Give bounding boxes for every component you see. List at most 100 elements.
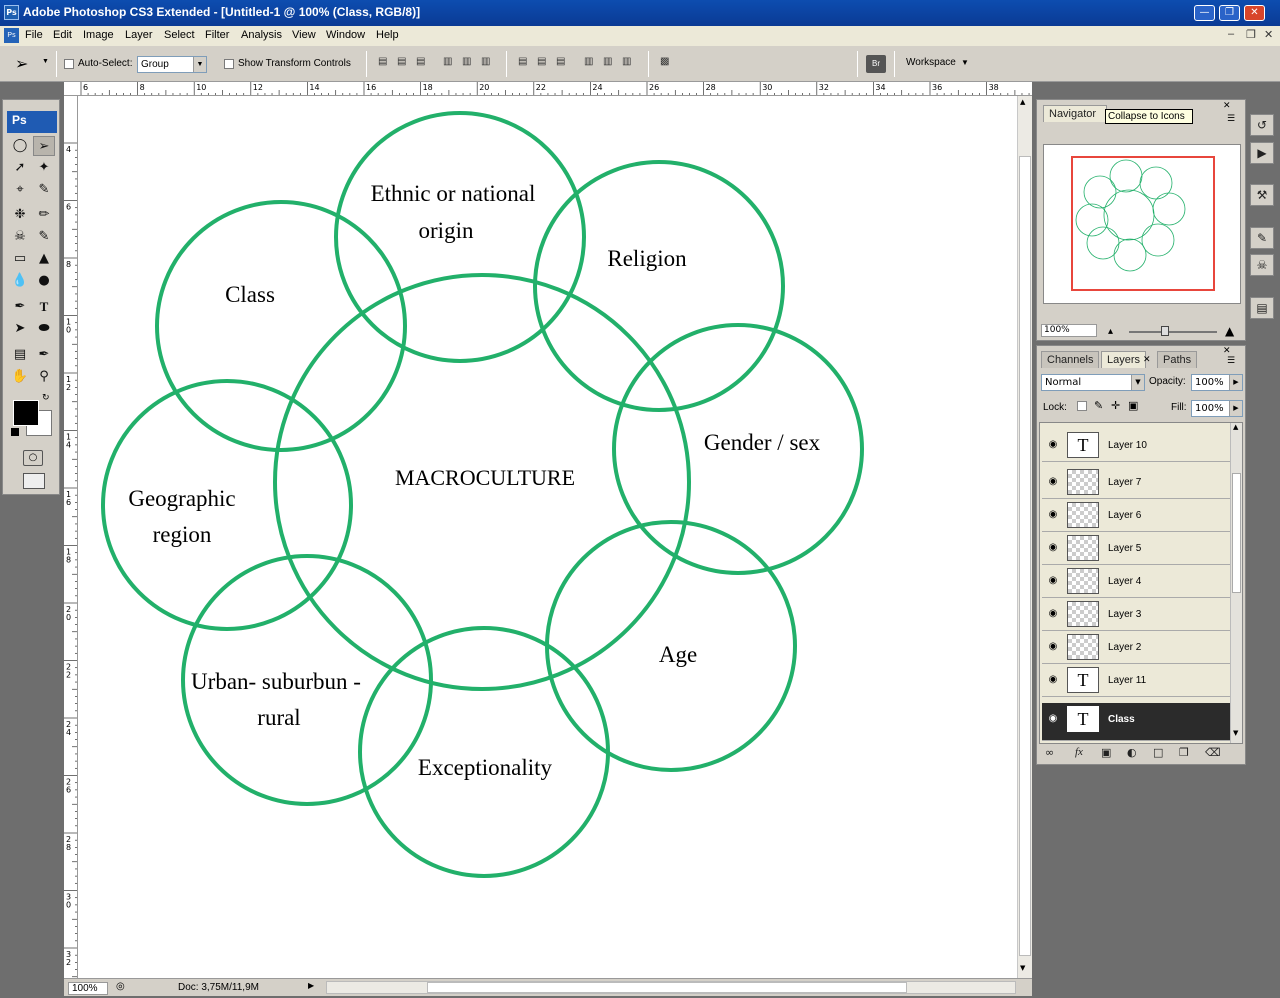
zoom-slider[interactable] (1129, 331, 1217, 333)
distribute-hcenter-icon[interactable]: ▥ (603, 56, 619, 70)
dodge-tool-icon[interactable]: ● (33, 271, 55, 291)
clone-stamp-tool-icon[interactable]: ☠ (9, 227, 31, 247)
history-brush-tool-icon[interactable]: ✎ (33, 227, 55, 247)
scroll-down-icon[interactable]: ▼ (1233, 729, 1238, 737)
canvas-horizontal-scrollbar[interactable] (326, 981, 1016, 994)
blend-mode-dropdown[interactable]: Normal ▼ (1041, 374, 1145, 391)
notes-tool-icon[interactable]: ▤ (9, 345, 31, 365)
layer-row[interactable]: ◉ Layer 2 (1042, 631, 1232, 664)
scroll-up-icon[interactable]: ▲ (1233, 423, 1238, 431)
brushes-panel-icon[interactable]: ✎ (1250, 227, 1274, 249)
visibility-eye-icon[interactable]: ◉ (1046, 509, 1060, 521)
zoom-out-icon[interactable]: ▴ (1108, 326, 1113, 337)
visibility-eye-icon[interactable]: ◉ (1046, 439, 1060, 451)
adjustment-layer-icon[interactable]: ◐ (1127, 746, 1137, 759)
visibility-eye-icon[interactable]: ◉ (1046, 713, 1060, 725)
doc-minimize-icon[interactable]: – (1228, 28, 1234, 40)
panel-close-icon[interactable]: ✕ (1223, 346, 1231, 356)
auto-select-dropdown[interactable]: Group ▼ (137, 56, 207, 73)
marquee-tool-icon[interactable]: ◯ (9, 136, 31, 156)
auto-select-checkbox[interactable] (64, 59, 74, 69)
screen-mode-icon[interactable] (23, 473, 45, 489)
blur-tool-icon[interactable]: 💧 (9, 271, 31, 291)
bridge-icon[interactable]: Br (866, 55, 886, 73)
menu-window[interactable]: Window (326, 29, 365, 41)
visibility-eye-icon[interactable]: ◉ (1046, 608, 1060, 620)
tab-layers[interactable]: Layers (1101, 351, 1147, 368)
tab-close-icon[interactable]: ✕ (1143, 355, 1151, 365)
vertical-ruler[interactable]: 468101214161820222426283032 (64, 96, 78, 978)
layer-style-icon[interactable]: fx (1075, 746, 1083, 758)
menu-view[interactable]: View (292, 29, 316, 41)
align-right-icon[interactable]: ▥ (481, 56, 497, 70)
default-colors-icon[interactable] (11, 428, 19, 436)
navigator-preview[interactable] (1043, 144, 1241, 304)
zoom-in-icon[interactable]: ▲ (1225, 324, 1234, 338)
workspace-menu[interactable]: Workspace (906, 57, 956, 68)
link-layers-icon[interactable]: ∞ (1045, 746, 1054, 759)
status-menu-arrow-icon[interactable]: ▶ (308, 981, 314, 990)
eyedropper-tool-icon[interactable]: ✒ (33, 345, 55, 365)
zoom-slider-handle[interactable] (1161, 326, 1169, 336)
document-canvas[interactable]: MACROCULTURE Ethnic or national origin R… (78, 96, 1017, 978)
chevron-down-icon[interactable]: ▼ (42, 58, 49, 65)
tab-paths[interactable]: Paths (1157, 351, 1198, 368)
tool-presets-icon[interactable]: ⚒ (1250, 184, 1274, 206)
panel-close-icon[interactable]: ✕ (1223, 101, 1231, 111)
distribute-bottom-icon[interactable]: ▤ (556, 56, 572, 70)
tab-navigator[interactable]: Navigator (1043, 105, 1107, 122)
lock-transparency-icon[interactable] (1077, 401, 1087, 411)
status-options-icon[interactable]: ◎ (116, 981, 130, 994)
doc-restore-icon[interactable]: ❐ (1246, 28, 1256, 41)
lock-pixels-icon[interactable]: ✎ (1094, 399, 1103, 412)
tab-channels[interactable]: Channels (1041, 351, 1100, 368)
layer-comps-icon[interactable]: ▤ (1250, 297, 1274, 319)
menu-filter[interactable]: Filter (205, 29, 229, 41)
eraser-tool-icon[interactable]: ▭ (9, 249, 31, 269)
doc-close-icon[interactable]: ✕ (1264, 28, 1273, 41)
new-layer-icon[interactable]: ❐ (1179, 746, 1189, 759)
swap-colors-icon[interactable]: ↻ (42, 393, 50, 403)
show-transform-checkbox[interactable] (224, 59, 234, 69)
ellipse-tool-icon[interactable]: ⬬ (33, 319, 55, 339)
layer-row[interactable]: ◉ T Class (1042, 703, 1232, 741)
auto-align-layers-icon[interactable]: ▩ (660, 56, 676, 70)
delete-layer-icon[interactable]: ⌫ (1205, 746, 1221, 759)
add-mask-icon[interactable]: ▣ (1101, 746, 1111, 759)
panel-menu-icon[interactable]: ☰ (1227, 114, 1235, 124)
magic-wand-tool-icon[interactable]: ✦ (33, 158, 55, 178)
visibility-eye-icon[interactable]: ◉ (1046, 674, 1060, 686)
layer-row[interactable]: ◉ Layer 5 (1042, 532, 1232, 565)
distribute-right-icon[interactable]: ▥ (622, 56, 638, 70)
move-tool-preset-icon[interactable]: ➢ (15, 54, 28, 74)
distribute-left-icon[interactable]: ▥ (584, 56, 600, 70)
menu-select[interactable]: Select (164, 29, 195, 41)
menu-analysis[interactable]: Analysis (241, 29, 282, 41)
brush-tool-icon[interactable]: ✏ (33, 205, 55, 225)
layer-row[interactable]: ◉ Layer 3 (1042, 598, 1232, 631)
layer-row[interactable]: ◉ Layer 7 (1042, 466, 1232, 499)
visibility-eye-icon[interactable]: ◉ (1046, 641, 1060, 653)
visibility-eye-icon[interactable]: ◉ (1046, 575, 1060, 587)
close-icon[interactable]: ✕ (1244, 5, 1265, 21)
horizontal-ruler[interactable]: 6 8 10 12 14 16 18 20 22 24 26 28 30 32 34 36 38 (64, 82, 1032, 96)
align-top-icon[interactable]: ▤ (378, 56, 394, 70)
canvas-vertical-scrollbar[interactable]: ▲ ▼ (1017, 96, 1032, 978)
layers-scroll-thumb[interactable] (1232, 473, 1241, 593)
layer-row[interactable]: ◉ Layer 6 (1042, 499, 1232, 532)
hscroll-thumb[interactable] (427, 982, 907, 993)
align-left-icon[interactable]: ▥ (443, 56, 459, 70)
lasso-tool-icon[interactable]: ➚ (9, 158, 31, 178)
align-vcenter-icon[interactable]: ▤ (397, 56, 413, 70)
zoom-field[interactable]: 100% (68, 982, 108, 995)
new-group-icon[interactable]: □ (1153, 746, 1163, 759)
navigator-view-frame[interactable] (1071, 156, 1215, 291)
opacity-field[interactable]: 100% ▶ (1191, 374, 1243, 391)
distribute-vcenter-icon[interactable]: ▤ (537, 56, 553, 70)
zoom-tool-icon[interactable]: ⚲ (33, 367, 55, 387)
align-bottom-icon[interactable]: ▤ (416, 56, 432, 70)
minimize-icon[interactable]: — (1194, 5, 1215, 21)
foreground-color-swatch[interactable] (13, 400, 39, 426)
layer-row[interactable]: ◉ T Layer 10 (1042, 429, 1232, 462)
menu-image[interactable]: Image (83, 29, 114, 41)
